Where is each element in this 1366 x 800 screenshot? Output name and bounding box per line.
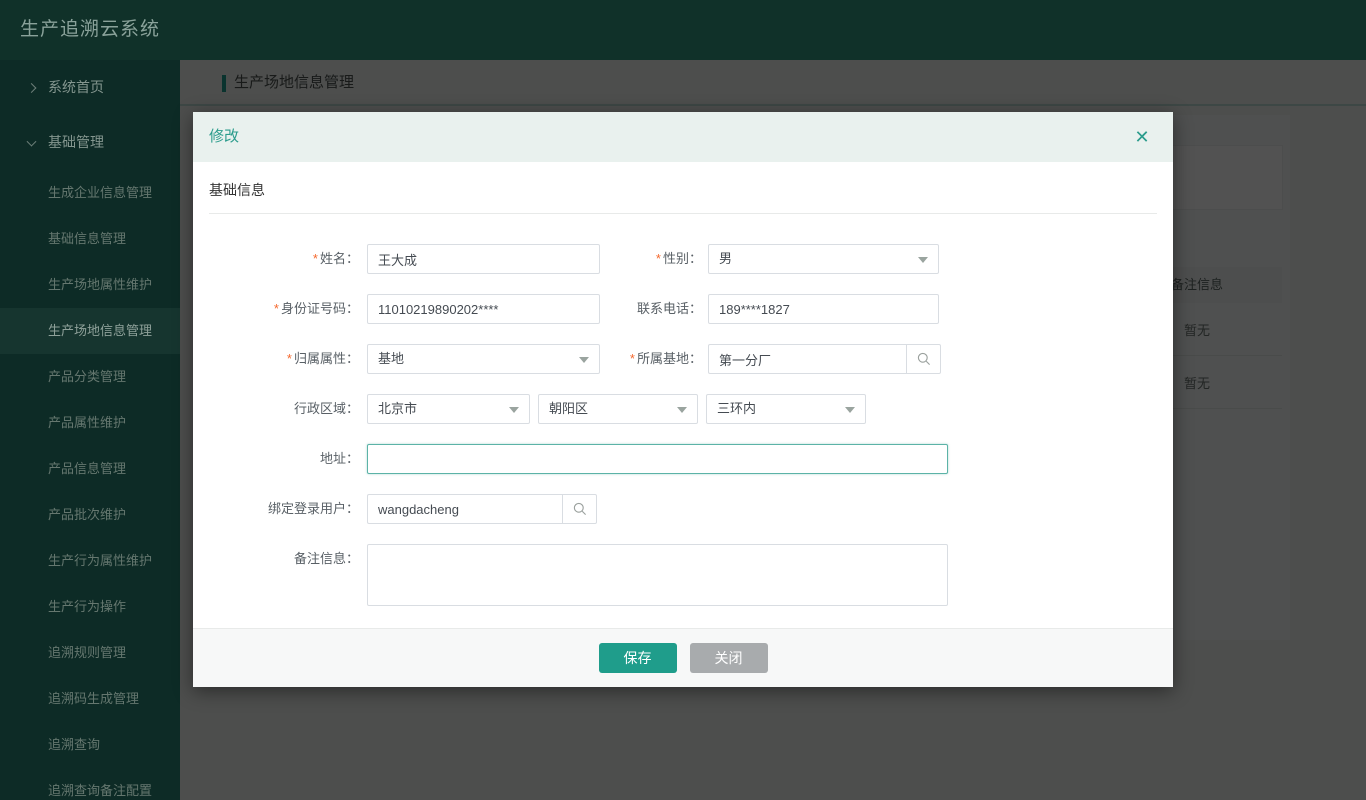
required-star: *	[313, 251, 318, 266]
save-button[interactable]: 保存	[599, 643, 677, 673]
required-star: *	[274, 301, 279, 316]
app-header: 生产追溯云系统	[0, 0, 1366, 60]
base-search-button[interactable]	[906, 344, 941, 374]
sidebar-item-behavior-attr[interactable]: 生产行为属性维护	[0, 538, 180, 584]
attribution-label: *归属属性：	[209, 344, 367, 374]
address-input[interactable]	[367, 444, 948, 474]
sidebar-item-behavior-op[interactable]: 生产行为操作	[0, 584, 180, 630]
sidebar-item-label: 系统首页	[48, 79, 104, 95]
form-row: 备注信息：	[209, 544, 1157, 606]
section-title: 基础信息	[209, 180, 1157, 200]
phone-label: 联系电话：	[600, 294, 708, 324]
gender-select[interactable]: 男	[708, 244, 939, 274]
chevron-down-icon	[845, 407, 855, 413]
sidebar-item-product-batch[interactable]: 产品批次维护	[0, 492, 180, 538]
modal-footer: 保存 关闭	[193, 628, 1173, 687]
name-input[interactable]	[367, 244, 600, 274]
gender-label: *性别：	[600, 244, 708, 274]
modal-body: 基础信息 *姓名： *性别： 男 *身份证号码： 联系电话： *归属属性： 基地	[193, 162, 1173, 628]
phone-input[interactable]	[708, 294, 939, 324]
remark-textarea[interactable]	[367, 544, 948, 606]
bind-user-input[interactable]	[367, 494, 562, 524]
bind-user-label: 绑定登录用户：	[209, 494, 367, 524]
sidebar-item-site-info-active[interactable]: 生产场地信息管理	[0, 308, 180, 354]
name-label: *姓名：	[209, 244, 367, 274]
modal-title: 修改	[209, 112, 239, 162]
attribution-select[interactable]: 基地	[367, 344, 600, 374]
region-province-select[interactable]: 北京市	[367, 394, 530, 424]
required-star: *	[630, 351, 635, 366]
bind-user-search-button[interactable]	[562, 494, 597, 524]
chevron-down-icon	[918, 257, 928, 263]
sidebar-item-trace-query[interactable]: 追溯查询	[0, 722, 180, 768]
base-input[interactable]	[708, 344, 906, 374]
form-row: *身份证号码： 联系电话：	[209, 294, 1157, 324]
close-icon[interactable]: ✕	[1127, 112, 1157, 162]
close-button[interactable]: 关闭	[690, 643, 768, 673]
sidebar-item-enterprise-info[interactable]: 生成企业信息管理	[0, 170, 180, 216]
edit-form: *姓名： *性别： 男 *身份证号码： 联系电话： *归属属性： 基地 *所属基…	[209, 244, 1157, 606]
base-label: *所属基地：	[600, 344, 708, 374]
required-star: *	[287, 351, 292, 366]
form-row: 绑定登录用户：	[209, 494, 1157, 524]
app-title: 生产追溯云系统	[20, 0, 160, 60]
remark-label: 备注信息：	[209, 544, 367, 574]
sidebar-item-basic-mgmt[interactable]: 基础管理	[0, 115, 180, 170]
region-city-select[interactable]: 朝阳区	[538, 394, 698, 424]
sidebar-item-basic-info[interactable]: 基础信息管理	[0, 216, 180, 262]
chevron-down-icon	[509, 407, 519, 413]
region-label: 行政区域：	[209, 394, 367, 424]
id-number-input[interactable]	[367, 294, 600, 324]
sidebar-item-product-info[interactable]: 产品信息管理	[0, 446, 180, 492]
base-search-group	[708, 344, 941, 374]
chevron-down-icon	[677, 407, 687, 413]
sidebar-item-home[interactable]: 系统首页	[0, 60, 180, 115]
form-row: 行政区域： 北京市 朝阳区 三环内	[209, 394, 1157, 424]
sidebar-item-trace-query-remark[interactable]: 追溯查询备注配置	[0, 768, 180, 800]
required-star: *	[656, 251, 661, 266]
bind-user-search-group	[367, 494, 597, 524]
form-row: *归属属性： 基地 *所属基地：	[209, 344, 1157, 374]
address-label: 地址：	[209, 444, 367, 474]
sidebar-item-label: 基础管理	[48, 134, 104, 150]
sidebar-item-product-category[interactable]: 产品分类管理	[0, 354, 180, 400]
sidebar-item-site-attr[interactable]: 生产场地属性维护	[0, 262, 180, 308]
modal-header: 修改 ✕	[193, 112, 1173, 162]
id-number-label: *身份证号码：	[209, 294, 367, 324]
chevron-right-icon	[27, 83, 37, 93]
section-divider	[209, 213, 1157, 214]
search-icon	[572, 501, 588, 517]
chevron-down-icon	[27, 136, 37, 146]
form-row: 地址：	[209, 444, 1157, 474]
chevron-down-icon	[579, 357, 589, 363]
form-row: *姓名： *性别： 男	[209, 244, 1157, 274]
edit-modal: 修改 ✕ 基础信息 *姓名： *性别： 男 *身份证号码： 联系电话： *归属属	[193, 112, 1173, 687]
sidebar-item-trace-code[interactable]: 追溯码生成管理	[0, 676, 180, 722]
region-district-select[interactable]: 三环内	[706, 394, 866, 424]
sidebar-item-product-attr[interactable]: 产品属性维护	[0, 400, 180, 446]
search-icon	[916, 351, 932, 367]
sidebar: 系统首页 基础管理 生成企业信息管理 基础信息管理 生产场地属性维护 生产场地信…	[0, 60, 180, 800]
sidebar-item-trace-rule[interactable]: 追溯规则管理	[0, 630, 180, 676]
